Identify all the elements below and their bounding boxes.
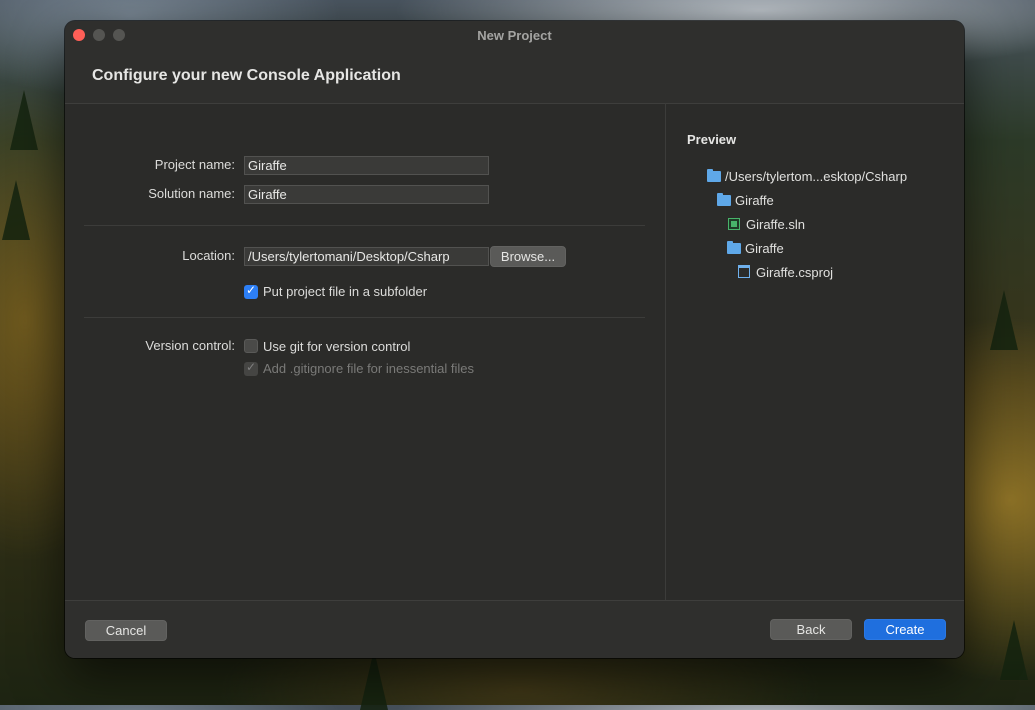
folder-icon [727,241,741,254]
folder-icon [717,193,731,206]
tree-item-solution-file: Giraffe.sln [728,217,805,233]
cancel-button[interactable]: Cancel [85,620,167,641]
tree-item-solution-folder: Giraffe [717,193,774,209]
folder-icon [707,169,721,182]
tree-item-project-folder: Giraffe [727,241,784,257]
location-label: Location: [182,248,235,263]
new-project-window: New Project Configure your new Console A… [65,21,964,658]
tree-item-root: /Users/tylertom...esktop/Csharp [707,169,907,185]
subfolder-checkbox-label[interactable]: Put project file in a subfolder [263,284,427,299]
preview-divider [665,103,666,600]
dialog-footer: Cancel Back Create [65,600,964,658]
dialog-heading: Configure your new Console Application [92,67,401,84]
gitignore-checkbox-label: Add .gitignore file for inessential file… [263,361,475,376]
dialog-header: Configure your new Console Application [65,49,964,104]
solution-name-label: Solution name: [148,186,235,201]
solution-name-field[interactable] [244,185,489,204]
use-git-checkbox[interactable] [244,339,258,353]
version-control-label: Version control: [145,338,235,353]
project-name-label: Project name: [154,157,235,172]
subfolder-checkbox[interactable] [244,283,258,299]
project-name-field[interactable] [244,156,489,175]
tree-item-project-file: Giraffe.csproj [738,265,833,281]
title-bar: New Project [65,21,964,49]
use-git-checkbox-label[interactable]: Use git for version control [263,339,410,354]
create-button[interactable]: Create [864,619,946,640]
solution-file-icon [728,218,740,230]
location-field[interactable] [244,247,489,266]
window-title: New Project [477,28,552,43]
form-divider [84,317,645,318]
gitignore-checkbox [244,360,258,376]
browse-button[interactable]: Browse... [490,246,566,267]
preview-heading: Preview [687,132,737,147]
project-file-icon [738,265,750,278]
back-button[interactable]: Back [770,619,852,640]
form-divider [84,225,645,226]
